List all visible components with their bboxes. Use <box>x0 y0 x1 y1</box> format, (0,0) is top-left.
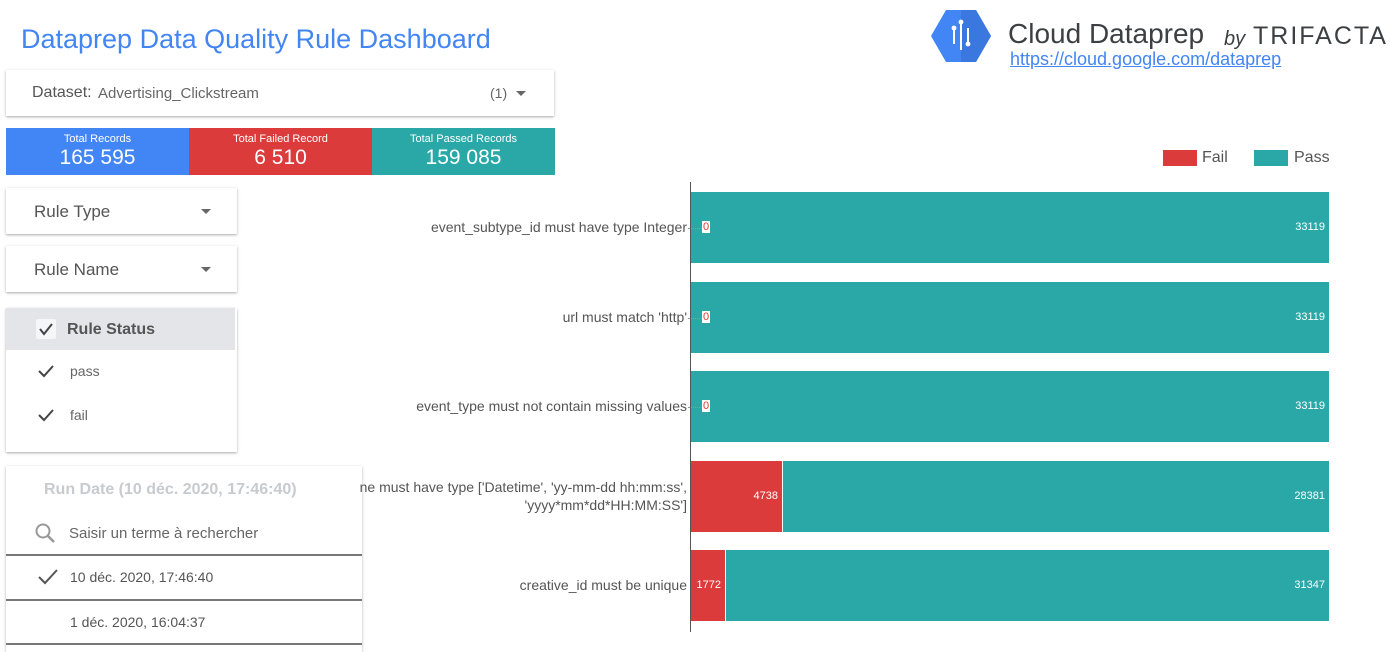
rule-status-filter: Rule Status pass fail <box>6 308 237 452</box>
chart-bar-fail[interactable] <box>691 461 782 532</box>
dataset-selector[interactable]: Dataset: Advertising_Clickstream (1) <box>6 70 554 116</box>
chart-value-label-pass: 28381 <box>1294 489 1325 502</box>
rule-status-header[interactable]: Rule Status <box>6 308 235 350</box>
chevron-down-icon[interactable] <box>201 209 211 214</box>
run-date-title[interactable]: Run Date (10 déc. 2020, 17:46:40) <box>44 481 297 499</box>
chart-category-label-line: ne must have type ['Datetime', 'yy-mm-dd… <box>359 478 687 495</box>
run-date-option[interactable]: 10 déc. 2020, 17:46:40 <box>70 569 213 585</box>
rule-status-option-fail[interactable]: fail <box>70 407 88 423</box>
check-icon[interactable] <box>36 361 56 381</box>
dataset-value: Advertising_Clickstream <box>98 85 259 102</box>
chart-bar-pass[interactable] <box>783 461 1329 532</box>
chart-value-label-fail: 0 <box>702 310 711 323</box>
chevron-down-icon[interactable] <box>516 91 526 96</box>
legend-label-fail: Fail <box>1202 149 1228 166</box>
chart-value-label-pass: 33119 <box>1295 220 1325 233</box>
kpi-total-records: Total Records 165 595 <box>6 128 189 175</box>
divider <box>6 643 362 645</box>
dataset-count: (1) <box>490 85 508 101</box>
dataset-label: Dataset: <box>32 84 92 101</box>
kpi-label: Total Passed Records <box>410 133 517 145</box>
check-icon[interactable] <box>36 567 60 587</box>
kpi-value: 165 595 <box>59 146 136 169</box>
chart-axis <box>690 182 691 632</box>
kpi-value: 159 085 <box>425 146 502 169</box>
legend-label-pass: Pass <box>1294 149 1330 166</box>
legend-swatch-fail <box>1163 150 1197 166</box>
run-date-dropdown: Run Date (10 déc. 2020, 17:46:40) Saisir… <box>6 466 362 652</box>
legend-swatch-pass <box>1254 150 1288 166</box>
chart-category-label: event_type must not contain missing valu… <box>416 397 687 415</box>
chart-category-label-line: event_subtype_id must have type Integer <box>430 218 687 235</box>
kpi-total-failed: Total Failed Record 6 510 <box>189 128 372 175</box>
rule-type-label: Rule Type <box>34 202 111 221</box>
kpi-label: Total Failed Record <box>233 133 328 145</box>
chart-category-label: url must match 'http' <box>563 308 687 326</box>
chart-category-label: ne must have type ['Datetime', 'yy-mm-dd… <box>360 478 687 514</box>
chart-value-label-fail: 1772 <box>696 578 721 591</box>
brand-name: Cloud Dataprep <box>1008 18 1205 49</box>
check-icon[interactable] <box>36 405 56 425</box>
brand-company: TRIFACTA <box>1253 22 1388 50</box>
page-title: Dataprep Data Quality Rule Dashboard <box>21 24 491 54</box>
kpi-label: Total Records <box>63 133 132 145</box>
chart-bar-pass[interactable] <box>691 192 1329 263</box>
divider <box>6 554 362 556</box>
rule-name-filter[interactable]: Rule Name <box>6 246 237 292</box>
divider <box>6 599 362 601</box>
chart-value-label-pass: 31347 <box>1294 578 1325 591</box>
chart-value-label-fail: 0 <box>702 220 711 233</box>
chart-value-label-fail: 0 <box>702 399 711 412</box>
rule-type-filter[interactable]: Rule Type <box>6 188 237 234</box>
chart-category-label-line: creative_id must be unique <box>519 576 687 593</box>
google-cloud-dataprep-hexagon-icon <box>931 10 991 62</box>
chart-value-label-pass: 33119 <box>1295 399 1325 412</box>
chart-bar-fail[interactable] <box>691 550 725 621</box>
chart-category-label-line: url must match 'http' <box>562 308 687 325</box>
chart-value-label-fail: 4738 <box>753 489 778 502</box>
rule-name-label: Rule Name <box>34 260 120 279</box>
chart-bar-pass[interactable] <box>691 282 1329 353</box>
chart-bar-pass[interactable] <box>691 371 1329 442</box>
chart-category-label: creative_id must be unique <box>520 576 687 594</box>
chart-category-label: event_subtype_id must have type Integer <box>431 218 687 236</box>
rule-status-option-pass[interactable]: pass <box>70 363 100 379</box>
chart-value-label-pass: 33119 <box>1295 310 1325 323</box>
run-date-option[interactable]: 1 déc. 2020, 16:04:37 <box>70 614 205 630</box>
run-date-search-input[interactable]: Saisir un terme à rechercher <box>69 525 258 542</box>
search-icon <box>35 523 55 543</box>
chart-category-label-line: event_type must not contain missing valu… <box>416 397 687 414</box>
brand-link[interactable]: https://cloud.google.com/dataprep <box>1010 49 1281 70</box>
chart-category-label-line: 'yyyy*mm*dd*HH:MM:SS'] <box>524 496 687 513</box>
chevron-down-icon[interactable] <box>201 267 211 272</box>
kpi-total-passed: Total Passed Records 159 085 <box>372 128 555 175</box>
rule-status-title: Rule Status <box>67 321 156 338</box>
kpi-value: 6 510 <box>254 146 307 169</box>
checkbox-checked-icon[interactable] <box>36 319 56 339</box>
brand-by: by <box>1224 28 1246 50</box>
chart-bar-pass[interactable] <box>726 550 1329 621</box>
